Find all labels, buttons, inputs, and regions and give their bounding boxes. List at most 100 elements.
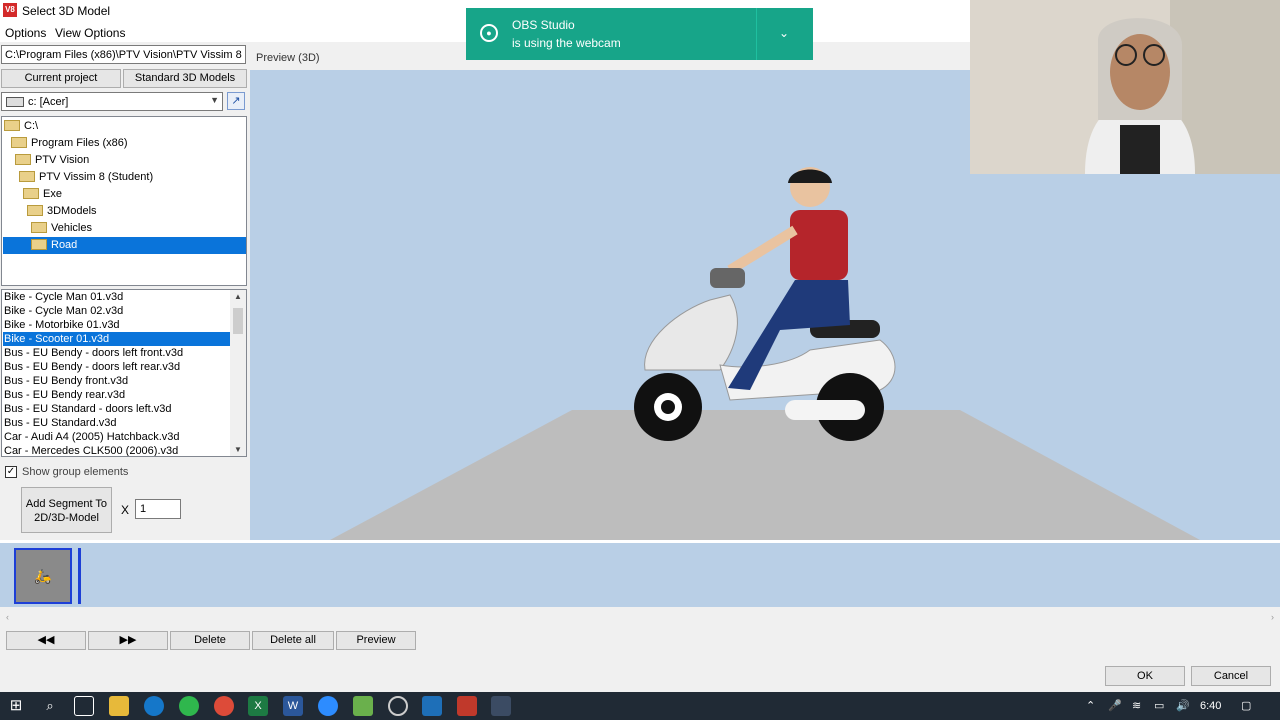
cancel-button[interactable]: Cancel [1191,666,1271,686]
zoom-icon[interactable] [318,696,338,716]
obs-webcam-notification[interactable]: ● OBS Studio is using the webcam ⌄ [466,8,813,60]
model-file-list[interactable]: Bike - Cycle Man 01.v3d Bike - Cycle Man… [1,289,247,457]
show-group-label: Show group elements [22,466,129,478]
chevron-down-icon[interactable]: ⌄ [779,26,789,40]
tree-item-exe[interactable]: Exe [23,186,244,203]
list-item[interactable]: Bike - Cycle Man 02.v3d [3,304,232,318]
wifi-icon[interactable]: ≋ [1132,699,1141,712]
multiplier-input[interactable] [135,499,181,519]
preview-button[interactable]: Preview [336,631,416,650]
preview-label: Preview (3D) [256,52,320,64]
tree-item-label: Vehicles [51,222,92,234]
scroll-down-icon[interactable]: ▼ [234,445,242,454]
word-icon[interactable]: W [283,696,303,716]
volume-icon[interactable]: 🔊 [1176,699,1190,712]
menu-options[interactable]: Options [5,26,46,40]
segment-strip[interactable] [0,543,1280,607]
list-item[interactable]: Bus - EU Standard - doors left.v3d [3,402,232,416]
add-segment-line2: 2D/3D-Model [34,512,99,524]
drive-label: c: [Acer] [28,96,69,108]
folder-open-icon [31,238,47,250]
scroll-left-icon[interactable]: ‹ [6,612,9,622]
list-item[interactable]: Bike - Scooter 01.v3d [3,332,232,346]
previous-segment-button[interactable]: ◀◀ [6,631,86,650]
list-item[interactable]: Bus - EU Bendy front.v3d [3,374,232,388]
separator [756,8,757,60]
vissim-taskbar-icon[interactable] [457,696,477,716]
list-item[interactable]: Bus - EU Bendy - doors left rear.v3d [3,360,232,374]
edge-icon[interactable] [144,696,164,716]
folder-icon [31,221,47,233]
file-explorer-icon[interactable] [109,696,129,716]
app-icon[interactable] [422,696,442,716]
search-icon[interactable]: ⌕ [40,696,60,716]
active-app-icon[interactable] [491,696,511,716]
horizontal-scrollbar[interactable]: ‹ › [0,610,1280,626]
scroll-up-icon[interactable]: ▲ [234,292,242,301]
multiplier-label: X [121,503,130,517]
folder-tree[interactable]: C:\ Program Files (x86) PTV Vision PTV V… [1,116,247,286]
next-segment-button[interactable]: ▶▶ [88,631,168,650]
tree-item-3dmodels[interactable]: 3DModels [27,203,244,220]
app-icon[interactable] [353,696,373,716]
webcam-overlay [970,0,1280,174]
tree-item-c-drive[interactable]: C:\ [4,118,244,135]
webcam-icon: ● [480,24,498,42]
microphone-icon[interactable]: 🎤 [1108,699,1122,712]
task-view-icon[interactable] [74,696,94,716]
vissim-app-icon: V8 [3,3,17,17]
toast-title: OBS Studio [512,18,575,32]
tree-item-label: Program Files (x86) [31,137,128,149]
tree-item-ptv-vision[interactable]: PTV Vision [15,152,244,169]
obs-icon[interactable] [388,696,408,716]
delete-all-button[interactable]: Delete all [252,631,334,650]
scroll-thumb[interactable] [233,308,243,334]
windows-start-icon[interactable]: ⊞ [6,696,26,716]
tree-item-label: C:\ [24,120,39,132]
list-item[interactable]: Bus - EU Bendy - doors left front.v3d [3,346,232,360]
tab-current-project[interactable]: Current project [1,69,121,88]
add-segment-button[interactable]: Add Segment To 2D/3D-Model [21,487,112,533]
delete-button[interactable]: Delete [170,631,250,650]
add-segment-line1: Add Segment To [25,498,108,510]
toast-message: is using the webcam [512,36,621,50]
scroll-right-icon[interactable]: › [1271,612,1274,622]
list-item[interactable]: Car - Mercedes CLK500 (2006).v3d [3,444,232,456]
segment-end-marker [78,548,81,604]
menu-view-options[interactable]: View Options [55,26,125,40]
folder-icon [19,170,35,182]
list-scrollbar[interactable]: ▲ ▼ [230,290,246,456]
folder-icon [11,136,27,148]
list-item[interactable]: Bus - EU Standard.v3d [3,416,232,430]
path-field[interactable]: C:\Program Files (x86)\PTV Vision\PTV Vi… [1,45,246,64]
notification-icon[interactable]: ▢ [1241,699,1251,712]
tree-item-label: PTV Vissim 8 (Student) [39,171,154,183]
battery-icon[interactable]: ▭ [1154,699,1164,712]
list-item[interactable]: Bike - Motorbike 01.v3d [3,318,232,332]
show-group-checkbox[interactable]: ✓ [5,466,17,478]
folder-icon [4,119,20,131]
tree-item-road[interactable]: Road [3,237,246,254]
list-item[interactable]: Bike - Cycle Man 01.v3d [3,290,232,304]
drive-select[interactable]: c: [Acer] ▼ [1,92,223,111]
green-app-icon[interactable] [179,696,199,716]
list-item[interactable]: Bus - EU Bendy rear.v3d [3,388,232,402]
tree-item-vehicles[interactable]: Vehicles [31,220,244,237]
tree-item-label: Road [51,239,78,251]
tab-standard-3d-models[interactable]: Standard 3D Models [123,69,247,88]
refresh-button[interactable]: ↗ [227,92,245,110]
tree-item-vissim[interactable]: PTV Vissim 8 (Student) [19,169,244,186]
chevron-up-icon[interactable]: ⌃ [1086,699,1095,712]
excel-icon[interactable]: X [248,696,268,716]
list-item[interactable]: Car - Audi A4 (2005) Hatchback.v3d [3,430,232,444]
chevron-down-icon: ▼ [210,95,219,105]
clock[interactable]: 6:40 [1200,700,1221,712]
ok-button[interactable]: OK [1105,666,1185,686]
tree-item-program-files[interactable]: Program Files (x86) [11,135,244,152]
drive-icon [6,97,24,107]
folder-icon [23,187,39,199]
segment-thumbnail[interactable]: 🛵 [14,548,72,604]
presenter-video [970,0,1280,174]
chrome-icon[interactable] [214,696,234,716]
tree-item-label: 3DModels [47,205,97,217]
